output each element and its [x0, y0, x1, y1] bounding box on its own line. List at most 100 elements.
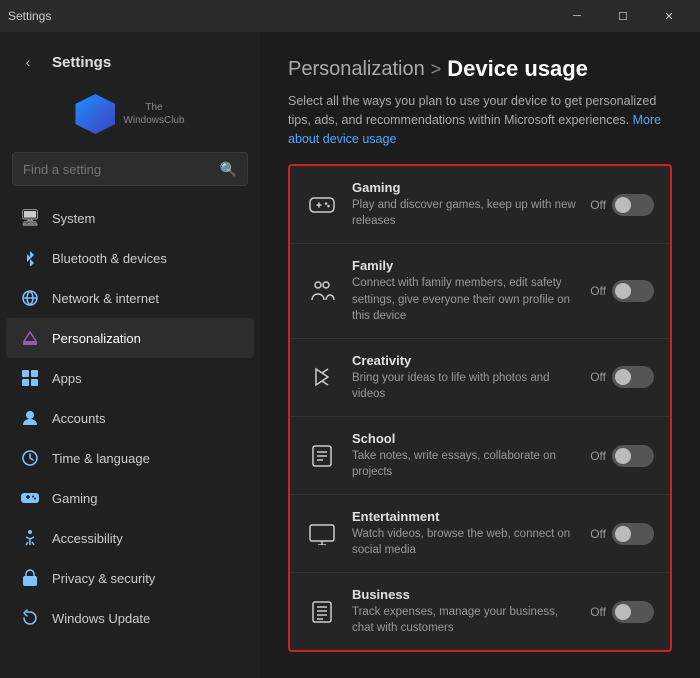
close-button[interactable]: ✕ [646, 0, 692, 32]
search-input[interactable] [23, 162, 220, 177]
gaming-icon [20, 488, 40, 508]
creativity-option-icon [306, 361, 338, 393]
sidebar-item-label: System [52, 211, 95, 226]
creativity-option-desc: Bring your ideas to life with photos and… [352, 370, 576, 402]
family-option-title: Family [352, 258, 576, 273]
sidebar-item-accounts[interactable]: Accounts [6, 398, 254, 438]
sidebar-item-system[interactable]: 🖥 System [6, 198, 254, 238]
sidebar-header: ‹ Settings [0, 32, 260, 84]
sidebar-item-privacy[interactable]: Privacy & security [6, 558, 254, 598]
update-icon [20, 608, 40, 628]
option-school: School Take notes, write essays, collabo… [290, 417, 670, 495]
sidebar-app-title: Settings [52, 54, 111, 71]
entertainment-toggle-label: Off [590, 527, 606, 541]
minimize-button[interactable]: ─ [554, 0, 600, 32]
logo-icon [75, 94, 115, 134]
maximize-button[interactable]: ☐ [600, 0, 646, 32]
sidebar-item-update[interactable]: Windows Update [6, 598, 254, 638]
school-option-icon [306, 440, 338, 472]
business-toggle-group: Off [590, 601, 654, 623]
option-entertainment: Entertainment Watch videos, browse the w… [290, 495, 670, 573]
gaming-toggle-group: Off [590, 194, 654, 216]
sidebar-item-bluetooth[interactable]: Bluetooth & devices [6, 238, 254, 278]
sidebar-item-label: Network & internet [52, 291, 159, 306]
app-body: ‹ Settings The WindowsClub 🔍 🖥 System [0, 32, 700, 678]
option-creativity: Creativity Bring your ideas to life with… [290, 339, 670, 417]
entertainment-option-title: Entertainment [352, 509, 576, 524]
business-option-icon [306, 596, 338, 628]
gaming-toggle[interactable] [612, 194, 654, 216]
sidebar-item-label: Accessibility [52, 531, 123, 546]
creativity-option-text: Creativity Bring your ideas to life with… [352, 353, 576, 402]
sidebar-item-label: Accounts [52, 411, 105, 426]
creativity-option-title: Creativity [352, 353, 576, 368]
gaming-toggle-label: Off [590, 198, 606, 212]
school-toggle-label: Off [590, 449, 606, 463]
search-icon: 🔍 [220, 161, 237, 178]
sidebar-item-time[interactable]: Time & language [6, 438, 254, 478]
business-toggle-label: Off [590, 605, 606, 619]
sidebar-item-label: Personalization [52, 331, 141, 346]
creativity-toggle[interactable] [612, 366, 654, 388]
entertainment-toggle-group: Off [590, 523, 654, 545]
accounts-icon [20, 408, 40, 428]
sidebar-item-label: Windows Update [52, 611, 150, 626]
sidebar-item-apps[interactable]: Apps [6, 358, 254, 398]
business-option-desc: Track expenses, manage your business, ch… [352, 604, 576, 636]
page-description: Select all the ways you plan to use your… [288, 92, 672, 148]
titlebar-left: Settings [8, 9, 51, 23]
creativity-toggle-label: Off [590, 370, 606, 384]
options-container: Gaming Play and discover games, keep up … [288, 164, 672, 652]
business-option-text: Business Track expenses, manage your bus… [352, 587, 576, 636]
entertainment-option-icon [306, 518, 338, 550]
personalization-icon [20, 328, 40, 348]
option-gaming: Gaming Play and discover games, keep up … [290, 166, 670, 244]
school-toggle-group: Off [590, 445, 654, 467]
option-business: Business Track expenses, manage your bus… [290, 573, 670, 650]
bluetooth-icon [20, 248, 40, 268]
sidebar-item-label: Privacy & security [52, 571, 155, 586]
apps-icon [20, 368, 40, 388]
sidebar-nav: 🖥 System Bluetooth & devices Network & i… [0, 198, 260, 638]
sidebar-item-personalization[interactable]: Personalization [6, 318, 254, 358]
privacy-footer: Privacy resources About these settings a… [288, 672, 672, 678]
family-option-text: Family Connect with family members, edit… [352, 258, 576, 323]
privacy-icon [20, 568, 40, 588]
gaming-option-icon [306, 189, 338, 221]
breadcrumb-current: Device usage [447, 56, 588, 82]
creativity-toggle-group: Off [590, 366, 654, 388]
gaming-option-desc: Play and discover games, keep up with ne… [352, 197, 576, 229]
search-box[interactable]: 🔍 [12, 152, 248, 186]
time-icon [20, 448, 40, 468]
school-option-title: School [352, 431, 576, 446]
school-option-desc: Take notes, write essays, collaborate on… [352, 448, 576, 480]
family-toggle-label: Off [590, 284, 606, 298]
business-toggle[interactable] [612, 601, 654, 623]
sidebar-item-label: Bluetooth & devices [52, 251, 167, 266]
gaming-option-text: Gaming Play and discover games, keep up … [352, 180, 576, 229]
sidebar-item-label: Time & language [52, 451, 150, 466]
business-option-title: Business [352, 587, 576, 602]
option-family: Family Connect with family members, edit… [290, 244, 670, 338]
gaming-option-title: Gaming [352, 180, 576, 195]
family-toggle-group: Off [590, 280, 654, 302]
entertainment-option-desc: Watch videos, browse the web, connect on… [352, 526, 576, 558]
family-toggle[interactable] [612, 280, 654, 302]
sidebar-item-network[interactable]: Network & internet [6, 278, 254, 318]
titlebar-controls: ─ ☐ ✕ [554, 0, 692, 32]
sidebar-item-gaming[interactable]: Gaming [6, 478, 254, 518]
sidebar: ‹ Settings The WindowsClub 🔍 🖥 System [0, 32, 260, 678]
logo-area: The WindowsClub [0, 84, 260, 148]
school-toggle[interactable] [612, 445, 654, 467]
school-option-text: School Take notes, write essays, collabo… [352, 431, 576, 480]
breadcrumb: Personalization > Device usage [288, 56, 672, 82]
breadcrumb-separator: > [431, 59, 442, 80]
titlebar-title: Settings [8, 9, 51, 23]
entertainment-toggle[interactable] [612, 523, 654, 545]
main-content: Personalization > Device usage Select al… [260, 32, 700, 678]
back-button[interactable]: ‹ [14, 48, 42, 76]
system-icon: 🖥 [20, 208, 40, 228]
sidebar-item-label: Apps [52, 371, 82, 386]
logo-text: The WindowsClub [123, 101, 184, 127]
sidebar-item-accessibility[interactable]: Accessibility [6, 518, 254, 558]
